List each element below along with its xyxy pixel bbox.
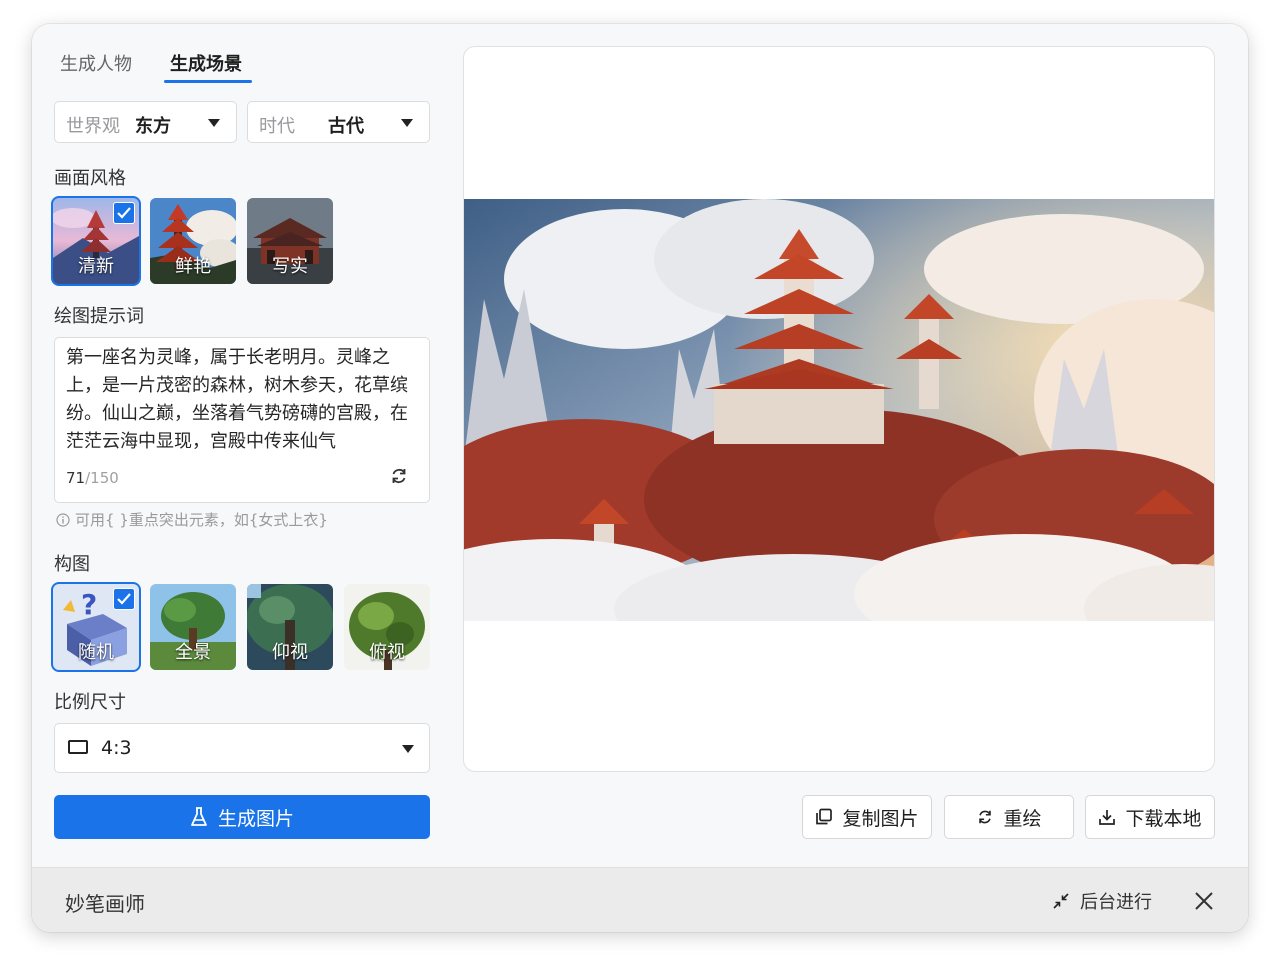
prompt-section-label: 绘图提示词: [54, 306, 144, 327]
era-value: 古代: [328, 116, 364, 137]
download-button[interactable]: 下载本地: [1085, 795, 1215, 839]
worldview-label: 世界观: [66, 116, 120, 137]
download-icon: [1099, 810, 1116, 825]
composition-option-low-angle[interactable]: 仰视: [247, 584, 333, 670]
generated-image: [464, 199, 1214, 621]
style-section-label: 画面风格: [54, 168, 126, 189]
worldview-value: 东方: [135, 116, 171, 137]
style-option-fresh[interactable]: 清新: [51, 196, 141, 286]
composition-option-label: 俯视: [369, 642, 405, 663]
style-option-label: 清新: [78, 256, 114, 277]
svg-text:?: ?: [81, 588, 97, 621]
char-max: /150: [85, 469, 119, 487]
aspect-ratio-icon: [68, 740, 88, 754]
copy-image-label: 复制图片: [842, 807, 919, 830]
flask-icon: [191, 807, 207, 826]
chevron-down-icon: [208, 119, 220, 127]
style-option-realistic[interactable]: 写实: [247, 198, 333, 284]
info-icon: [56, 512, 70, 527]
style-option-vivid[interactable]: 鲜艳: [150, 198, 236, 284]
composition-option-top-view[interactable]: 俯视: [344, 584, 430, 670]
composition-option-panorama[interactable]: 全景: [150, 584, 236, 670]
ratio-select[interactable]: 4:3: [54, 723, 430, 773]
close-icon[interactable]: [1192, 889, 1216, 913]
era-select[interactable]: 时代 古代: [247, 101, 430, 143]
app-title: 妙笔画师: [65, 892, 145, 916]
redraw-label: 重绘: [1003, 807, 1042, 830]
copy-icon: [816, 808, 833, 825]
style-option-label: 写实: [272, 256, 308, 277]
prompt-hint: 可用{ }重点突出元素，如{女式上衣}: [56, 509, 328, 530]
chevron-down-icon: [401, 119, 413, 127]
refresh-icon[interactable]: [389, 466, 409, 486]
chevron-down-icon: [402, 745, 414, 753]
composition-option-label: 仰视: [272, 642, 308, 663]
composition-option-label: 随机: [78, 642, 114, 663]
app-window: 生成人物 生成场景 世界观 东方 时代 古代 画面风格 清新 鲜艳 写实 绘图提…: [32, 24, 1248, 932]
composition-option-random[interactable]: ? 随机: [51, 582, 141, 672]
char-count: 71: [66, 469, 86, 487]
prompt-textarea[interactable]: 第一座名为灵峰，属于长老明月。灵峰之上，是一片茂密的森林，树木参天，花草缤纷。仙…: [54, 337, 430, 503]
selected-check-icon: [113, 588, 135, 610]
generate-image-label: 生成图片: [217, 807, 294, 830]
composition-section-label: 构图: [54, 554, 90, 575]
worldview-select[interactable]: 世界观 东方: [54, 101, 237, 143]
footer-bar: 妙笔画师 后台进行: [32, 867, 1248, 932]
ratio-section-label: 比例尺寸: [54, 692, 126, 713]
prompt-text[interactable]: 第一座名为灵峰，属于长老明月。灵峰之上，是一片茂密的森林，树木参天，花草缤纷。仙…: [66, 344, 420, 456]
prompt-hint-text: 可用{ }重点突出元素，如{女式上衣}: [75, 511, 328, 529]
selected-check-icon: [113, 202, 135, 224]
active-tab-indicator: [164, 80, 252, 83]
background-run-label: 后台进行: [1080, 892, 1152, 913]
char-counter: 71/150: [66, 469, 119, 487]
tab-generate-scene[interactable]: 生成场景: [170, 50, 242, 76]
download-label: 下载本地: [1125, 807, 1202, 830]
ratio-value: 4:3: [101, 737, 132, 759]
style-option-label: 鲜艳: [175, 256, 211, 277]
background-run-button[interactable]: 后台进行: [1052, 888, 1152, 914]
minimize-arrows-icon: [1053, 893, 1069, 909]
redraw-icon: [979, 810, 992, 824]
tab-generate-character[interactable]: 生成人物: [60, 50, 132, 76]
redraw-button[interactable]: 重绘: [944, 795, 1074, 839]
copy-image-button[interactable]: 复制图片: [802, 795, 932, 839]
composition-option-label: 全景: [175, 642, 211, 663]
era-label: 时代: [259, 116, 295, 137]
generate-image-button[interactable]: 生成图片: [54, 795, 430, 839]
image-preview-panel: [463, 46, 1215, 772]
